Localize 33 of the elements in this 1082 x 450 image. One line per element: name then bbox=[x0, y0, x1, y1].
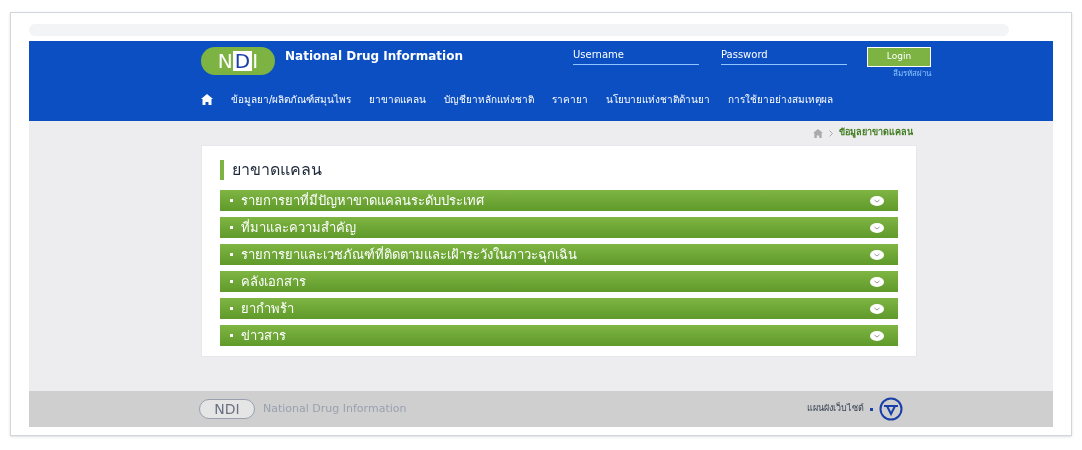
accordion-header[interactable]: รายการยาและเวชภัณฑ์ที่ติดตามและเฝ้าระวังในภาวะฉุกเฉิน bbox=[220, 244, 898, 265]
forgot-password-link[interactable]: ลืมรหัสผ่าน bbox=[893, 68, 931, 80]
accordion-header[interactable]: ที่มาและความสำคัญ bbox=[220, 217, 898, 238]
sitemap-link[interactable]: แผนผังเว็บไซต์ bbox=[807, 402, 864, 416]
chevron-down-icon bbox=[870, 276, 884, 287]
breadcrumb-link[interactable]: ข้อมูลยาขาดแคลน bbox=[839, 126, 913, 140]
site-title: National Drug Information bbox=[285, 48, 463, 65]
password-field[interactable]: Password bbox=[721, 47, 847, 65]
chevron-down-icon bbox=[870, 330, 884, 341]
chevron-down-icon bbox=[870, 249, 884, 260]
nav-link[interactable]: ยาขาดแคลน bbox=[369, 91, 427, 107]
nav-link[interactable]: ข้อมูลยา/ผลิตภัณฑ์สมุนไพร bbox=[231, 91, 352, 107]
accordion-header[interactable]: ยากำพร้า bbox=[220, 298, 898, 319]
chevron-down-icon bbox=[870, 195, 884, 206]
accordion-header[interactable]: คลังเอกสาร bbox=[220, 271, 898, 292]
section-title: ยาขาดแคลน bbox=[232, 159, 322, 181]
seal-icon bbox=[879, 397, 903, 421]
nav-link[interactable]: ราคายา bbox=[552, 91, 589, 107]
chevron-down-icon bbox=[870, 222, 884, 233]
footer-logo[interactable]: NDI bbox=[199, 399, 255, 419]
title-accent-bar bbox=[220, 160, 224, 180]
chevron-right-icon bbox=[829, 129, 833, 137]
nav-link[interactable]: บัญชียาหลักแห่งชาติ bbox=[444, 91, 535, 107]
chevron-down-icon bbox=[870, 303, 884, 314]
home-icon[interactable] bbox=[201, 93, 213, 105]
accordion-header[interactable]: รายการยาที่มีปัญหาขาดแคลนระดับประเทศ bbox=[220, 190, 898, 211]
login-button[interactable]: Login bbox=[867, 47, 931, 67]
username-field[interactable]: Username bbox=[573, 47, 699, 65]
logo[interactable]: NDI bbox=[201, 47, 275, 75]
nav-link[interactable]: นโยบายแห่งชาติด้านยา bbox=[606, 91, 711, 107]
bullet-icon bbox=[870, 407, 873, 411]
accordion-header[interactable]: ข่าวสาร bbox=[220, 325, 898, 346]
nav-link[interactable]: การใช้ยาอย่างสมเหตุผล bbox=[728, 91, 834, 107]
